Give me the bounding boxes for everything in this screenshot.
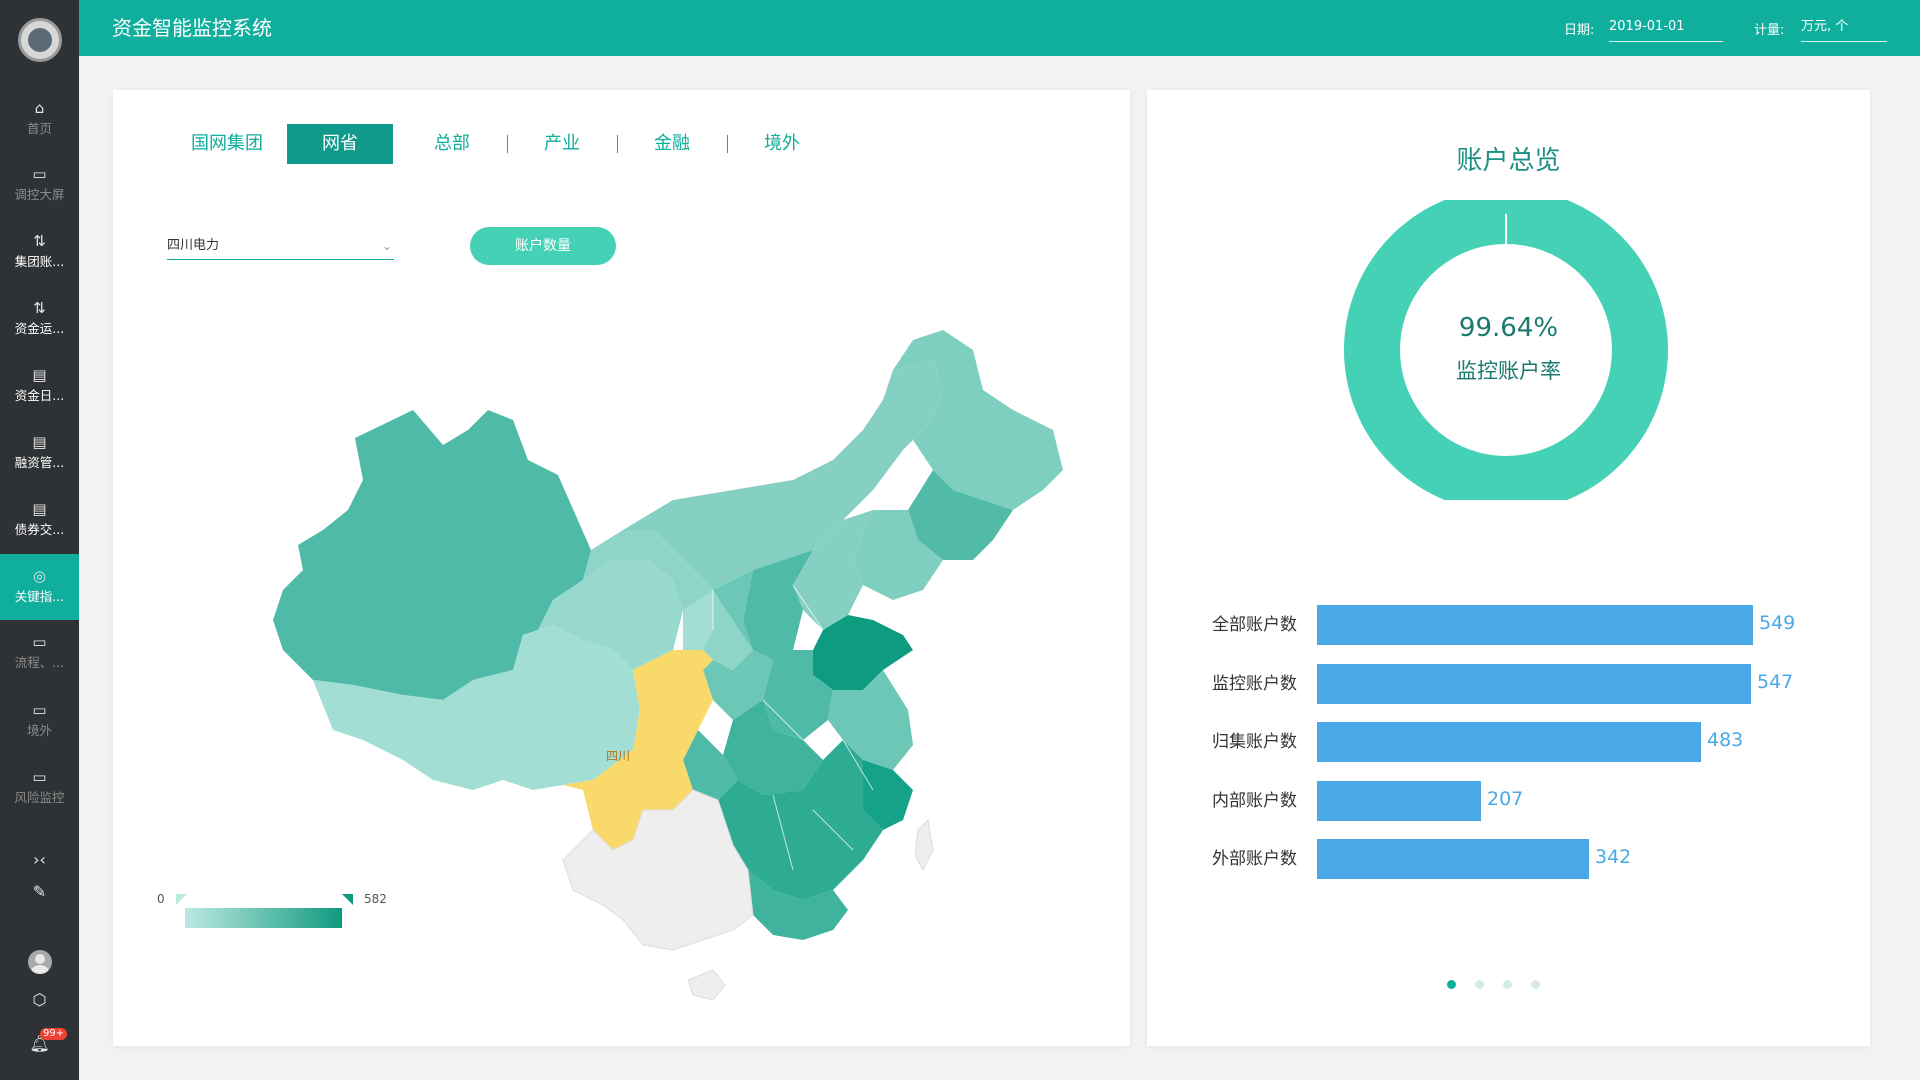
sidebar-item-bonds[interactable]: ▤ 债券交... <box>0 487 79 553</box>
china-map: 四川 <box>273 330 1063 1001</box>
map-panel: 国网集团 网省 总部 产业 金融 境外 四川电力 ⌄ 账户数量 四川 0 582 <box>113 90 1130 1046</box>
pagination-dot-1[interactable] <box>1447 980 1456 989</box>
document-icon: ▤ <box>32 366 47 384</box>
pagination-dot-4[interactable] <box>1531 980 1540 989</box>
monitor-rate-label: 监控账户率 <box>1456 359 1561 383</box>
bar-label: 内部账户数 <box>1212 790 1297 811</box>
pin-icon[interactable]: ✎ <box>0 882 79 901</box>
logo-emblem <box>17 17 62 62</box>
legend-min: 0 <box>157 892 165 906</box>
document-icon: ▤ <box>32 500 47 518</box>
sidebar-item-label: 融资管... <box>14 456 65 470</box>
sidebar-item-control-screen[interactable]: ▭ 调控大屏 <box>0 152 79 218</box>
sidebar-item-fund-operation[interactable]: ⇅ 资金运... <box>0 286 79 352</box>
sidebar-item-group-accounts[interactable]: ⇅ 集团账... <box>0 219 79 285</box>
legend-gradient <box>185 908 342 928</box>
bar-row: 外部账户数 342 <box>1147 839 1870 879</box>
sidebar-item-label: 风险监控 <box>14 791 65 805</box>
legend-max: 582 <box>364 892 387 906</box>
home-icon: ⌂ <box>34 99 45 117</box>
folder-icon: ▭ <box>32 768 47 786</box>
bar[interactable] <box>1317 722 1701 762</box>
pagination-dot-3[interactable] <box>1503 980 1512 989</box>
legend-handle-max[interactable] <box>342 894 353 905</box>
app-title: 资金智能监控系统 <box>112 16 272 40</box>
overview-title: 账户总览 <box>1456 146 1561 176</box>
sidebar: ⌂ 首页 ▭ 调控大屏 ⇅ 集团账... ⇅ 资金运... ▤ 资金日... ▤… <box>0 0 79 1080</box>
sidebar-item-key-indicators[interactable]: ◎ 关键指... <box>0 554 79 620</box>
sidebar-item-financing[interactable]: ▤ 融资管... <box>0 420 79 486</box>
sidebar-item-overseas[interactable]: ▭ 境外 <box>0 688 79 754</box>
map-label-sichuan: 四川 <box>606 749 630 763</box>
sidebar-item-risk-monitor[interactable]: ▭ 风险监控 <box>0 755 79 821</box>
map-region-nodata <box>687 969 726 1001</box>
bar-row: 全部账户数 549 <box>1147 605 1870 645</box>
sidebar-item-label: 境外 <box>26 724 52 738</box>
donut-chart <box>1344 200 1668 500</box>
folder-icon: ▭ <box>32 165 47 183</box>
cube-icon[interactable]: ⬡ <box>0 990 79 1009</box>
legend-handle-min[interactable] <box>176 894 187 905</box>
bar-value-label: 483 <box>1707 729 1744 751</box>
donut-ring <box>1344 200 1668 500</box>
bar-row: 归集账户数 483 <box>1147 722 1870 762</box>
unit-select[interactable]: 万元, 个 <box>1801 16 1887 42</box>
sidebar-item-process[interactable]: ▭ 流程、... <box>0 620 79 686</box>
bar[interactable] <box>1317 605 1753 645</box>
bar-row: 内部账户数 207 <box>1147 780 1870 821</box>
link-icon: ⇅ <box>33 232 46 250</box>
bar-label: 监控账户数 <box>1212 673 1297 694</box>
bar-value-label: 547 <box>1757 670 1794 693</box>
avatar[interactable] <box>28 950 52 974</box>
map-region-nodata <box>914 818 934 872</box>
sidebar-item-label: 关键指... <box>14 590 65 604</box>
bar-label: 全部账户数 <box>1212 615 1297 635</box>
sidebar-item-label: 调控大屏 <box>14 188 65 202</box>
pagination-dot-2[interactable] <box>1475 980 1484 989</box>
notification-badge: 99+ <box>40 1028 68 1040</box>
account-overview-panel: 账户总览 99.64% 监控账户率 全部账户数 549 监控账户数 547 归集账户数 4… <box>1147 90 1870 1046</box>
sidebar-item-label: 债券交... <box>14 523 65 537</box>
bar-label: 归集账户数 <box>1212 732 1297 752</box>
sidebar-item-label: 资金运... <box>14 322 65 336</box>
collapse-icon[interactable]: ›‹ <box>0 850 79 869</box>
sidebar-item-label: 集团账... <box>14 255 65 269</box>
date-picker[interactable]: 2019-01-01 <box>1609 16 1723 42</box>
bar-value-label: 342 <box>1595 846 1632 868</box>
bar-label: 外部账户数 <box>1212 849 1297 869</box>
document-icon: ▤ <box>32 433 47 451</box>
bar[interactable] <box>1317 839 1589 879</box>
bar-value-label: 207 <box>1487 787 1524 810</box>
link-icon: ⇅ <box>33 299 46 317</box>
sidebar-item-fund-daily[interactable]: ▤ 资金日... <box>0 353 79 419</box>
sidebar-item-label: 首页 <box>26 122 52 136</box>
gauge-icon: ◎ <box>32 567 47 585</box>
folder-icon: ▭ <box>32 701 47 719</box>
sidebar-item-home[interactable]: ⌂ 首页 <box>0 86 79 152</box>
unit-label: 计量: <box>1754 23 1785 38</box>
logo[interactable] <box>0 0 79 79</box>
date-label: 日期: <box>1564 23 1595 38</box>
bar[interactable] <box>1317 663 1751 704</box>
monitor-rate-value: 99.64% <box>1458 313 1559 343</box>
bell-icon[interactable]: 🔔︎ <box>0 1034 79 1053</box>
bar[interactable] <box>1317 780 1481 821</box>
folder-icon: ▭ <box>32 633 47 651</box>
sidebar-item-label: 资金日... <box>14 389 65 403</box>
sidebar-item-label: 流程、... <box>14 656 65 670</box>
bar-row: 监控账户数 547 <box>1147 663 1870 704</box>
bar-value-label: 549 <box>1759 612 1796 634</box>
top-header: 资金智能监控系统 日期: 2019-01-01 计量: 万元, 个 <box>79 0 1920 56</box>
